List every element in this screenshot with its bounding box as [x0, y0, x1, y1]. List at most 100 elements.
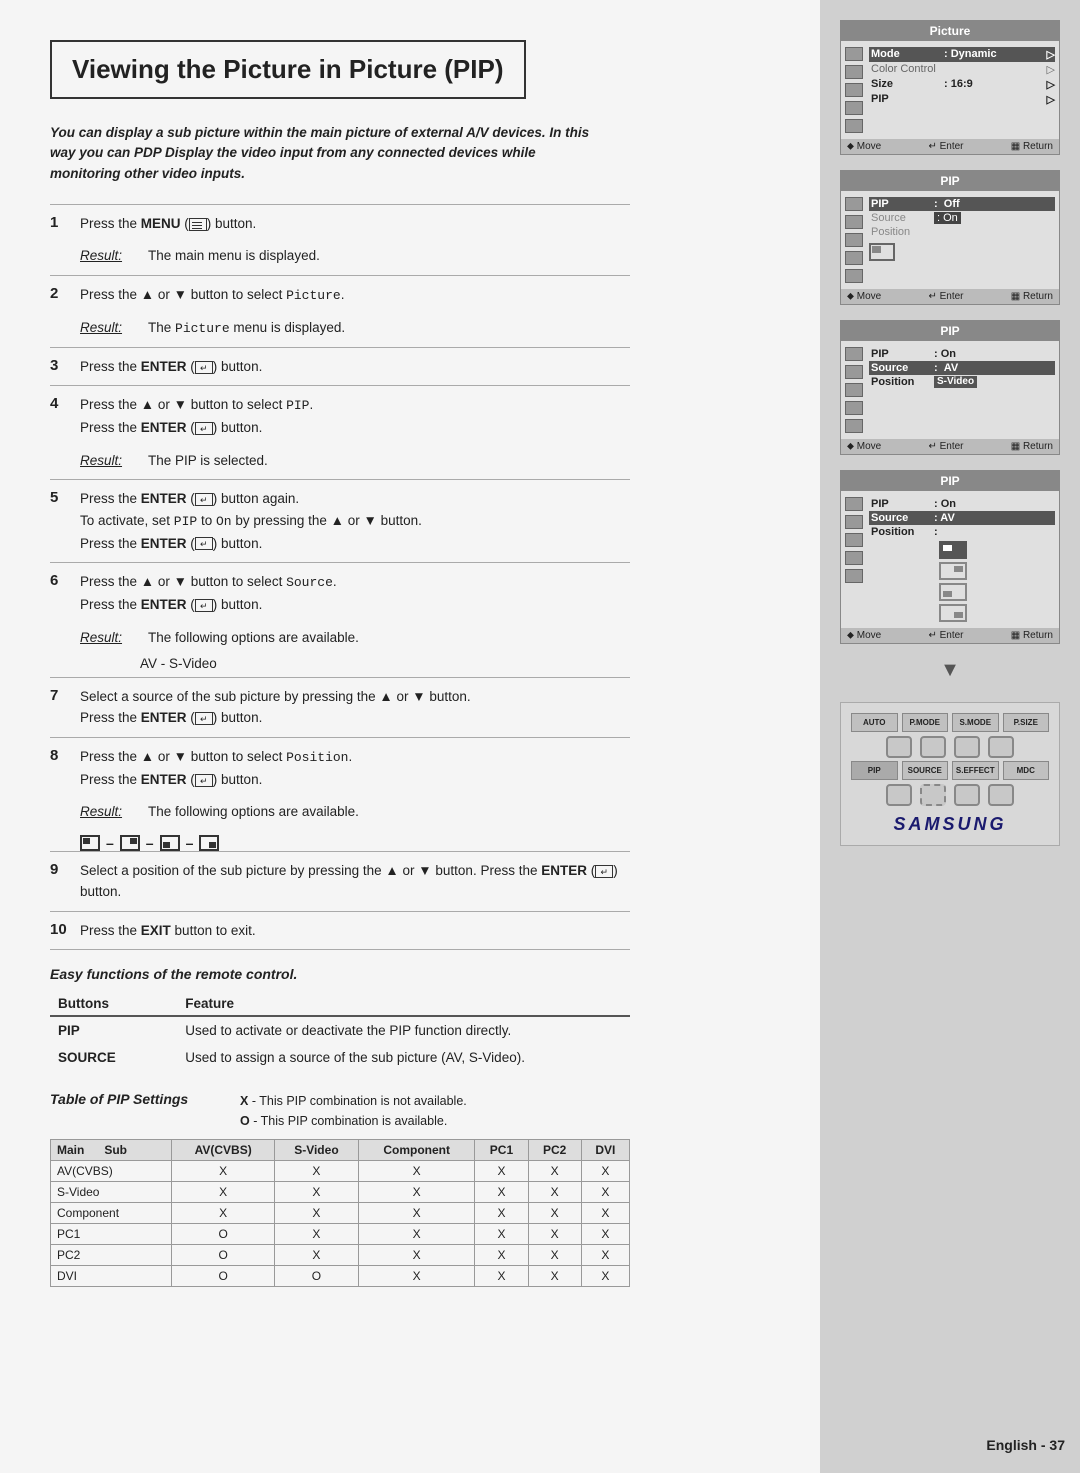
pip-label: PIP	[869, 198, 934, 210]
pip-cell: X	[475, 1224, 528, 1245]
panel-icon	[845, 197, 863, 211]
panel-icon	[845, 497, 863, 511]
position-icon-tr	[120, 835, 140, 851]
buttons-table: Buttons Feature PIP Used to activate or …	[50, 992, 630, 1071]
remote-circle	[988, 784, 1014, 806]
remote-btn-pip[interactable]: PIP	[851, 761, 898, 780]
pip-cell: X	[528, 1245, 581, 1266]
remote-btn-source[interactable]: SOURCE	[902, 761, 949, 780]
remote-btn-auto[interactable]: AUTO	[851, 713, 898, 732]
footer-return: ▦ Return	[1011, 630, 1053, 641]
panel-icon	[845, 119, 863, 133]
button-name-source: SOURCE	[50, 1044, 177, 1071]
picture-panel: Picture Mode : Dynamic ▷ Color Control ▷	[840, 20, 1060, 155]
panel-icon	[845, 269, 863, 283]
result-label: Result:	[80, 628, 140, 648]
table-row: DVI O O X X X X	[51, 1266, 630, 1287]
enter-icon: ↵	[195, 774, 213, 787]
panel-icon	[845, 533, 863, 547]
remote-bottom-row: PIP SOURCE S.EFFECT MDC	[851, 761, 1049, 780]
pos-option-tr	[939, 562, 967, 580]
remote-btn-psize[interactable]: P.SIZE	[1003, 713, 1050, 732]
pip-cell: X	[528, 1182, 581, 1203]
pip-cell: X	[475, 1245, 528, 1266]
step-number: 6	[50, 572, 80, 589]
easy-functions-title: Easy functions of the remote control.	[50, 966, 630, 982]
remote-circle	[920, 784, 946, 806]
pip-row-dvi: DVI	[51, 1266, 172, 1287]
step-content: Press the ENTER (↵) button.	[80, 356, 630, 378]
col-header-feature: Feature	[177, 992, 630, 1016]
source-label: Source	[869, 362, 934, 374]
position-options	[939, 541, 1055, 622]
pip-cell: X	[528, 1161, 581, 1182]
footer-return: ▦ Return	[1011, 141, 1053, 152]
pip-cell: X	[358, 1182, 474, 1203]
button-feature-source: Used to assign a source of the sub pictu…	[177, 1044, 630, 1071]
panel-icon	[845, 347, 863, 361]
position-icons: – – –	[80, 835, 630, 851]
panel-icon	[845, 569, 863, 583]
step-number: 9	[50, 861, 80, 878]
table-row: Component X X X X X X	[51, 1203, 630, 1224]
panel-arrow: ▷	[1047, 48, 1055, 61]
remote-btn-seffect[interactable]: S.EFFECT	[952, 761, 999, 780]
button-name-pip: PIP	[50, 1016, 177, 1044]
step-row: 1 Press the MENU () button.	[50, 204, 630, 243]
table-row: PC2 O X X X X X	[51, 1245, 630, 1266]
result-text: The following options are available.	[148, 628, 359, 648]
remote-btn-mdc[interactable]: MDC	[1003, 761, 1050, 780]
panel-row-value: : 16:9	[944, 78, 973, 91]
position-label: Position	[869, 226, 934, 238]
pip-cell: X	[581, 1161, 629, 1182]
pip-cell: X	[358, 1161, 474, 1182]
panel-footer: ⬥ Move ↵ Enter ▦ Return	[841, 139, 1059, 154]
footer-move: ⬥ Move	[847, 441, 881, 452]
step-number: 3	[50, 357, 80, 374]
dash-separator: –	[186, 835, 194, 851]
step-content: Press the ▲ or ▼ button to select PIP. P…	[80, 394, 630, 438]
step-row: 3 Press the ENTER (↵) button.	[50, 347, 630, 386]
step-number: 8	[50, 747, 80, 764]
pip-panel-title: PIP	[841, 321, 1059, 341]
panel-footer: ⬥ Move ↵ Enter ▦ Return	[841, 439, 1059, 454]
pip-col-pc2: PC2	[528, 1140, 581, 1161]
remote-btn-smode[interactable]: S.MODE	[952, 713, 999, 732]
pos-option-tl	[939, 541, 967, 559]
pip-value: : On	[934, 348, 956, 360]
result-label: Result:	[80, 451, 140, 471]
pip-cell: X	[358, 1245, 474, 1266]
result-label: Result:	[80, 802, 140, 822]
panel-icon	[845, 83, 863, 97]
remote-circles-bottom	[851, 784, 1049, 806]
remote-circle	[886, 736, 912, 758]
enter-icon: ↵	[195, 712, 213, 725]
step-row: 8 Press the ▲ or ▼ button to select Posi…	[50, 737, 630, 798]
result-text: The following options are available.	[148, 802, 359, 822]
remote-circle	[988, 736, 1014, 758]
pip-cell: X	[475, 1161, 528, 1182]
panel-arrow: ▷	[1047, 93, 1055, 106]
step-content: Press the EXIT button to exit.	[80, 920, 630, 942]
legend-o: O - This PIP combination is available.	[240, 1111, 467, 1131]
step-row: 7 Select a source of the sub picture by …	[50, 677, 630, 737]
step-number: 1	[50, 214, 80, 231]
pip-col-pc1: PC1	[475, 1140, 528, 1161]
pip-panel-1: PIP PIP : Off Source : On Positio	[840, 170, 1060, 305]
pos-option-br	[939, 604, 967, 622]
result-row: Result: The following options are availa…	[50, 798, 630, 830]
pip-cell: X	[528, 1224, 581, 1245]
step-row: 4 Press the ▲ or ▼ button to select PIP.…	[50, 385, 630, 446]
remote-btn-pmode[interactable]: P.MODE	[902, 713, 949, 732]
table-row: PC1 O X X X X X	[51, 1224, 630, 1245]
menu-keyword: MENU	[141, 216, 181, 231]
pip-value: : Off	[934, 198, 960, 210]
pip-cell: X	[358, 1266, 474, 1287]
pip-legend: X - This PIP combination is not availabl…	[240, 1091, 467, 1131]
position-colon: :	[934, 526, 938, 538]
step-content: Press the ▲ or ▼ button to select Positi…	[80, 746, 630, 790]
pip-cell: X	[172, 1161, 275, 1182]
pip-col-component: Component	[358, 1140, 474, 1161]
pip-cell: X	[528, 1203, 581, 1224]
panel-icon	[845, 101, 863, 115]
